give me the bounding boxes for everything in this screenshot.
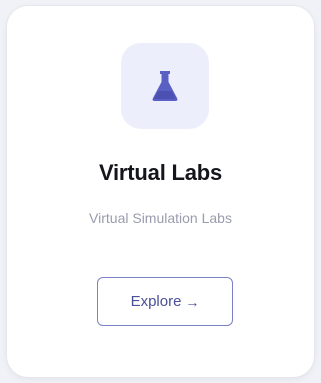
card-title: Virtual Labs (98, 160, 223, 185)
icon-tile (121, 43, 209, 129)
card-subtitle: Virtual Simulation Labs (89, 210, 232, 226)
explore-button-label: Explore (130, 293, 182, 310)
flask-icon (150, 69, 180, 103)
explore-button[interactable]: Explore → (97, 277, 233, 326)
virtual-labs-card: Virtual Labs Virtual Simulation Labs Exp… (6, 5, 315, 378)
arrow-right-icon: → (185, 293, 200, 310)
